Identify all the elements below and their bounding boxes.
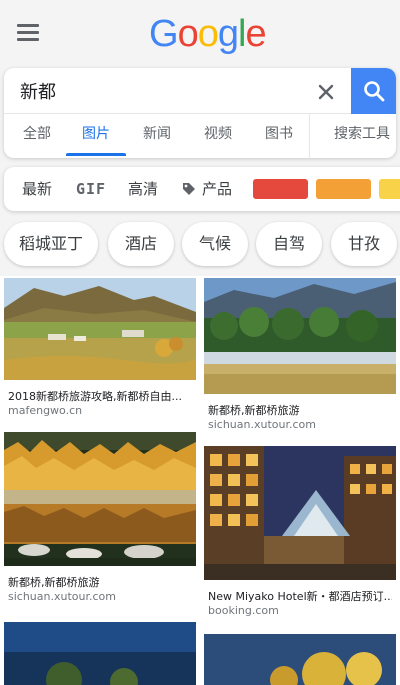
tab-books[interactable]: 图书: [264, 114, 294, 158]
color-filter-yellow[interactable]: [379, 179, 400, 199]
result-title: New Miyako Hotel新・都酒店预订...: [208, 590, 392, 603]
header: Google: [0, 0, 400, 66]
search-tabs: 全部 图片 新闻 视频 图书 搜索工具: [4, 114, 396, 158]
tab-images[interactable]: 图片: [66, 114, 126, 158]
filter-hd[interactable]: 高清: [128, 167, 158, 211]
result-title: 新都桥,新都桥旅游: [208, 404, 300, 417]
filter-gif[interactable]: GIF: [76, 167, 106, 211]
result-image: [4, 622, 196, 685]
result-source: mafengwo.cn: [8, 404, 83, 417]
image-result[interactable]: [4, 622, 196, 685]
related-search-chips: 稻城亚丁 酒店 气候 自驾 甘孜: [0, 222, 400, 268]
result-source: sichuan.xutour.com: [208, 418, 316, 431]
image-filter-bar: 最新 GIF 高清 产品: [4, 167, 400, 211]
logo-letter: l: [237, 13, 247, 55]
image-result[interactable]: 2018新都桥旅游攻略,新都桥自由... mafengwo.cn: [4, 278, 196, 424]
search-box: 全部 图片 新闻 视频 图书 搜索工具: [4, 68, 396, 158]
google-logo[interactable]: Google: [149, 12, 267, 56]
result-source: booking.com: [208, 604, 279, 617]
color-filter-red[interactable]: [253, 179, 308, 199]
logo-letter: G: [149, 13, 179, 55]
chip-self-drive[interactable]: 自驾: [256, 222, 322, 266]
result-image: [4, 278, 196, 380]
logo-letter: o: [197, 13, 219, 55]
logo-letter: e: [245, 13, 266, 55]
result-title: 2018新都桥旅游攻略,新都桥自由...: [8, 390, 182, 403]
filter-product[interactable]: 产品: [202, 167, 232, 211]
tab-all[interactable]: 全部: [22, 114, 52, 158]
chip-hotel[interactable]: 酒店: [108, 222, 174, 266]
search-icon: [364, 81, 385, 102]
result-source: sichuan.xutour.com: [8, 590, 116, 603]
image-results-grid: 2018新都桥旅游攻略,新都桥自由... mafengwo.cn 新都桥,新都桥…: [0, 276, 400, 685]
result-image: [204, 446, 396, 580]
result-title: 新都桥,新都桥旅游: [8, 576, 100, 589]
image-result[interactable]: 新都桥,新都桥旅游 sichuan.xutour.com: [204, 278, 396, 438]
result-image: [204, 634, 396, 685]
tab-divider: [309, 114, 310, 158]
logo-letter: g: [217, 13, 239, 55]
image-result[interactable]: [204, 634, 396, 685]
tab-videos[interactable]: 视频: [203, 114, 233, 158]
result-image: [4, 432, 196, 566]
tab-news[interactable]: 新闻: [142, 114, 172, 158]
image-result[interactable]: 新都桥,新都桥旅游 sichuan.xutour.com: [4, 432, 196, 608]
search-button[interactable]: [351, 68, 396, 114]
clear-icon[interactable]: [314, 80, 338, 104]
result-image: [204, 278, 396, 394]
tag-icon: [183, 183, 195, 195]
chip-ganzi[interactable]: 甘孜: [331, 222, 397, 266]
chip-daocheng-yading[interactable]: 稻城亚丁: [4, 222, 98, 266]
tab-search-tools[interactable]: 搜索工具: [334, 114, 396, 158]
logo-letter: o: [177, 13, 199, 55]
color-filter-orange[interactable]: [316, 179, 371, 199]
search-input[interactable]: [20, 76, 310, 106]
filter-latest[interactable]: 最新: [22, 167, 52, 211]
image-result[interactable]: New Miyako Hotel新・都酒店预订... booking.com: [204, 446, 396, 624]
chip-climate[interactable]: 气候: [182, 222, 248, 266]
search-row: [4, 68, 396, 114]
hamburger-menu-icon[interactable]: [17, 24, 39, 42]
